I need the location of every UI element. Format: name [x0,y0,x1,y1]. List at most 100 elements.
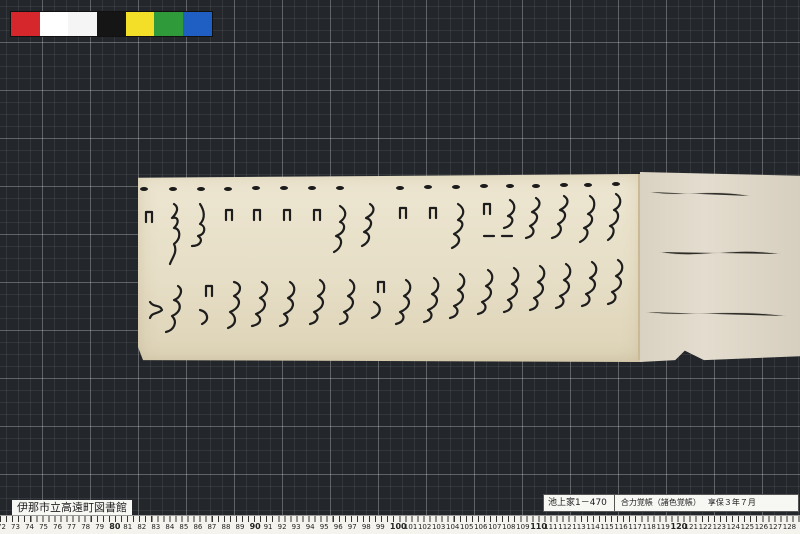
ruler-number: 100 [389,522,407,531]
ink-dot [169,187,177,191]
ink-dot [480,184,488,188]
ink-stroke [394,278,412,326]
ink-stroke [190,202,206,248]
ruler-number: 89 [235,523,245,531]
ink-stroke [224,208,234,222]
ink-dot [452,185,460,189]
ink-dot [308,186,316,190]
ruler-number: 90 [249,522,261,531]
document-page-inner [138,174,642,362]
ink-stroke [500,198,516,238]
ink-stroke [528,264,546,312]
ruler-number: 79 [95,523,105,531]
ink-stroke [580,260,598,308]
color-swatch [183,12,212,36]
paper-fiber [645,311,787,317]
color-calibration-chart [10,11,213,37]
ink-stroke [144,210,154,224]
ruler-number: 81 [123,523,133,531]
catalog-id: 池上家1－470 [548,495,615,511]
ruler-number: 117 [628,523,642,531]
ink-dot [424,185,432,189]
ink-dot [224,187,232,191]
ink-dot [612,182,620,186]
paper-fiber [649,191,751,197]
ruler-number: 127 [768,523,783,531]
color-swatch [97,12,126,36]
ink-stroke [370,280,386,320]
ruler-number: 116 [614,523,628,531]
ink-dot [197,187,205,191]
library-label: 伊那市立高遠町図書館 [12,500,132,515]
ink-stroke [252,208,262,222]
ruler-number: 115 [600,523,614,531]
ruler-number: 105 [460,523,474,531]
ink-stroke [278,280,296,328]
ink-dot [140,187,148,191]
ruler-number: 92 [277,523,287,531]
ink-stroke [428,206,438,220]
ruler-number: 88 [221,523,231,531]
ruler-number: 87 [207,523,217,531]
ink-stroke [606,258,624,306]
ink-stroke [168,202,181,266]
ink-stroke [482,202,496,238]
ink-stroke [450,202,465,250]
ruler-number: 77 [67,523,77,531]
ink-stroke [398,206,408,220]
measuring-ruler: 72 73 74 75 76 77 78 79 8081 82 83 84 85 86 87 88 89 9091… [0,515,800,534]
ink-dot [584,183,592,187]
ruler-number: 93 [291,523,301,531]
ink-stroke [360,202,375,248]
ink-dot [506,184,514,188]
ruler-numbers: 72 73 74 75 76 77 78 79 8081 82 83 84 85 86 87 88 89 9091… [0,522,797,532]
ink-stroke [476,268,494,316]
ruler-number: 96 [333,523,343,531]
ink-stroke [554,262,572,310]
ruler-number: 123 [712,523,726,531]
ruler-number: 76 [53,523,63,531]
ruler-number: 73 [11,523,20,531]
ink-stroke [198,284,214,326]
ruler-number: 75 [39,523,49,531]
ruler-number: 113 [572,523,586,531]
ruler-number: 85 [179,523,189,531]
ruler-number: 84 [165,523,175,531]
ruler-number: 102 [417,523,432,531]
ink-dot [560,183,568,187]
ink-stroke [524,196,541,240]
ruler-number: 80 [109,522,121,531]
ruler-number: 91 [263,523,273,531]
ruler-number: 108 [502,523,516,531]
ruler-number: 95 [319,523,329,531]
color-swatch [11,12,40,36]
ink-dot [252,186,260,190]
ruler-number: 98 [361,523,371,531]
catalog-date: 享保３年７月 [707,498,756,507]
ink-stroke [606,192,622,242]
ink-stroke [502,266,520,314]
ruler-number: 110 [530,522,547,531]
catalog-label: 池上家1－470 合力覚帳（諸色覚帳） 享保３年７月 [543,494,799,512]
color-swatch [154,12,184,36]
ruler-number: 86 [193,523,203,531]
ruler-number: 128 [782,523,797,531]
ink-stroke [308,278,326,326]
ruler-number: 83 [151,523,161,531]
ink-dot [336,186,344,190]
ruler-number: 82 [137,523,147,531]
ruler-number: 119 [656,523,670,531]
ink-dot [396,186,404,190]
ruler-number: 121 [684,523,698,531]
ruler-number: 118 [642,523,656,531]
ruler-number: 78 [81,523,91,531]
ruler-number: 124 [726,523,740,531]
ruler-number: 72 [0,523,6,531]
ink-stroke [282,208,292,222]
ruler-number: 104 [446,523,460,531]
document-cover-page [640,172,800,362]
ruler-number: 112 [558,523,572,531]
ink-stroke [422,276,440,324]
ruler-number: 97 [347,523,357,531]
ruler-number: 103 [431,523,446,531]
